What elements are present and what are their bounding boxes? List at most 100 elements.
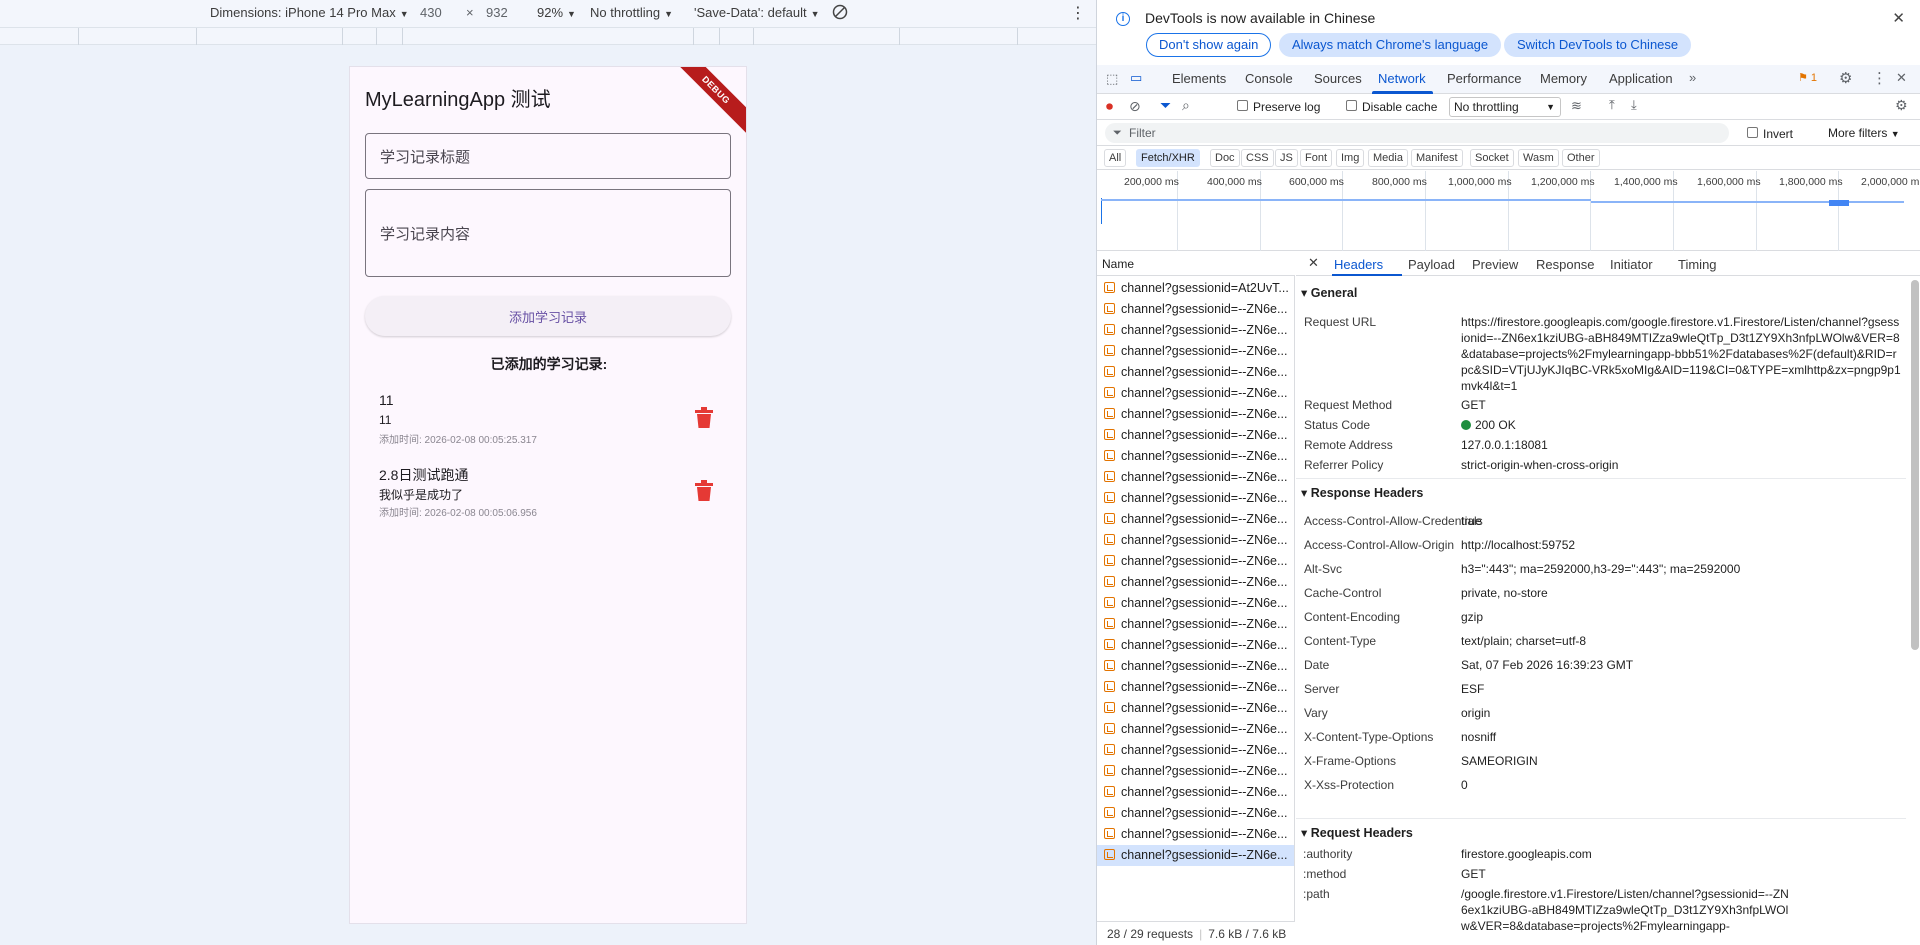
more-tabs-icon[interactable]: » bbox=[1689, 70, 1696, 85]
zoom-select[interactable]: 92% ▼ bbox=[537, 5, 576, 20]
request-row[interactable]: channel?gsessionid=--ZN6e... bbox=[1097, 320, 1294, 341]
request-row[interactable]: channel?gsessionid=--ZN6e... bbox=[1097, 551, 1294, 572]
request-row[interactable]: channel?gsessionid=--ZN6e... bbox=[1097, 572, 1294, 593]
network-settings-icon[interactable]: ⚙ bbox=[1895, 97, 1908, 114]
type-filter-other[interactable]: Other bbox=[1562, 149, 1600, 167]
throttling-select[interactable]: No throttling ▼ bbox=[1449, 97, 1561, 117]
request-row[interactable]: channel?gsessionid=--ZN6e... bbox=[1097, 509, 1294, 530]
more-options-icon[interactable]: ⋮ bbox=[1872, 69, 1887, 87]
preserve-log-checkbox[interactable] bbox=[1237, 100, 1248, 111]
close-devtools-icon[interactable]: ✕ bbox=[1896, 70, 1907, 86]
tab-memory[interactable]: Memory bbox=[1540, 71, 1587, 86]
rotate-icon[interactable] bbox=[831, 3, 849, 24]
more-filters-button[interactable]: More filters ▼ bbox=[1828, 126, 1900, 140]
filter-icon[interactable]: ⏷ bbox=[1160, 97, 1171, 114]
request-row[interactable]: channel?gsessionid=--ZN6e... bbox=[1097, 635, 1294, 656]
delete-icon[interactable] bbox=[694, 407, 714, 429]
tab-sources[interactable]: Sources bbox=[1314, 71, 1362, 86]
tab-timing[interactable]: Timing bbox=[1678, 257, 1717, 272]
network-conditions-icon[interactable]: ≋ bbox=[1571, 98, 1582, 114]
add-record-button[interactable]: 添加学习记录 bbox=[365, 296, 731, 336]
device-select[interactable]: Dimensions: iPhone 14 Pro Max ▼ bbox=[210, 5, 409, 20]
filter-input[interactable]: ⏷ Filter bbox=[1105, 123, 1729, 143]
type-filter-all[interactable]: All bbox=[1104, 149, 1127, 167]
throttle-select-device[interactable]: No throttling ▼ bbox=[590, 5, 673, 20]
general-section-toggle[interactable]: ▾ General bbox=[1301, 285, 1357, 300]
record-title-input[interactable]: 学习记录标题 bbox=[365, 133, 731, 179]
request-row[interactable]: channel?gsessionid=--ZN6e... bbox=[1097, 677, 1294, 698]
request-row[interactable]: channel?gsessionid=--ZN6e... bbox=[1097, 383, 1294, 404]
request-row[interactable]: channel?gsessionid=--ZN6e... bbox=[1097, 404, 1294, 425]
switch-language-button[interactable]: Switch DevTools to Chinese bbox=[1504, 33, 1692, 57]
search-icon[interactable]: ⌕ bbox=[1182, 97, 1190, 114]
request-row[interactable]: channel?gsessionid=--ZN6e... bbox=[1097, 824, 1294, 845]
request-row[interactable]: channel?gsessionid=--ZN6e... bbox=[1097, 530, 1294, 551]
type-filter-manifest[interactable]: Manifest bbox=[1411, 149, 1463, 167]
network-overview-timeline[interactable]: 200,000 ms 400,000 ms 600,000 ms 800,000… bbox=[1097, 171, 1920, 251]
disable-cache-checkbox[interactable] bbox=[1346, 100, 1357, 111]
invert-checkbox[interactable] bbox=[1747, 127, 1758, 138]
tab-initiator[interactable]: Initiator bbox=[1610, 257, 1653, 272]
xhr-icon bbox=[1104, 744, 1115, 755]
type-filter-css[interactable]: CSS bbox=[1241, 149, 1274, 167]
clear-icon[interactable]: ⊘ bbox=[1129, 98, 1141, 115]
save-data-select[interactable]: 'Save-Data': default ▼ bbox=[694, 5, 820, 20]
request-row[interactable]: channel?gsessionid=--ZN6e... bbox=[1097, 803, 1294, 824]
tab-performance[interactable]: Performance bbox=[1447, 71, 1521, 86]
width-input[interactable]: 430 bbox=[420, 5, 442, 20]
request-row[interactable]: channel?gsessionid=--ZN6e... bbox=[1097, 740, 1294, 761]
type-filter-media[interactable]: Media bbox=[1368, 149, 1408, 167]
settings-gear-icon[interactable]: ⚙ bbox=[1839, 69, 1852, 87]
request-row[interactable]: channel?gsessionid=--ZN6e... bbox=[1097, 782, 1294, 803]
tab-response[interactable]: Response bbox=[1536, 257, 1595, 272]
request-row[interactable]: channel?gsessionid=--ZN6e... bbox=[1097, 362, 1294, 383]
detail-scrollbar[interactable] bbox=[1911, 280, 1919, 650]
request-row[interactable]: channel?gsessionid=--ZN6e... bbox=[1097, 593, 1294, 614]
inspect-element-icon[interactable]: ⬚ bbox=[1106, 71, 1118, 87]
dont-show-again-button[interactable]: Don't show again bbox=[1146, 33, 1272, 57]
request-row[interactable]: channel?gsessionid=--ZN6e... bbox=[1097, 761, 1294, 782]
request-row[interactable]: channel?gsessionid=--ZN6e... bbox=[1097, 425, 1294, 446]
request-row[interactable]: channel?gsessionid=--ZN6e... bbox=[1097, 719, 1294, 740]
response-headers-toggle[interactable]: ▾ Response Headers bbox=[1301, 485, 1423, 500]
tab-payload[interactable]: Payload bbox=[1408, 257, 1455, 272]
request-row[interactable]: channel?gsessionid=--ZN6e... bbox=[1097, 656, 1294, 677]
type-filter-fetch-xhr[interactable]: Fetch/XHR bbox=[1136, 149, 1200, 167]
request-row[interactable]: channel?gsessionid=--ZN6e... bbox=[1097, 698, 1294, 719]
height-input[interactable]: 932 bbox=[486, 5, 508, 20]
match-language-button[interactable]: Always match Chrome's language bbox=[1279, 33, 1502, 57]
request-row[interactable]: channel?gsessionid=--ZN6e... bbox=[1097, 614, 1294, 635]
tab-preview[interactable]: Preview bbox=[1472, 257, 1518, 272]
type-filter-doc[interactable]: Doc bbox=[1210, 149, 1240, 167]
record-stop-icon[interactable]: ⏺ bbox=[1106, 98, 1113, 115]
request-row[interactable]: channel?gsessionid=--ZN6e... bbox=[1097, 467, 1294, 488]
times-sign: × bbox=[466, 5, 474, 20]
close-detail-icon[interactable]: ✕ bbox=[1308, 255, 1319, 271]
request-row[interactable]: channel?gsessionid=--ZN6e... bbox=[1097, 488, 1294, 509]
request-headers-toggle[interactable]: ▾ Request Headers bbox=[1301, 825, 1413, 840]
type-filter-js[interactable]: JS bbox=[1275, 149, 1298, 167]
issues-badge[interactable]: ⚑ 1 bbox=[1798, 71, 1817, 84]
type-filter-font[interactable]: Font bbox=[1300, 149, 1333, 167]
tab-console[interactable]: Console bbox=[1245, 71, 1293, 86]
record-content-input[interactable]: 学习记录内容 bbox=[365, 189, 731, 277]
tab-network[interactable]: Network bbox=[1378, 71, 1426, 86]
type-filter-img[interactable]: Img bbox=[1336, 149, 1365, 167]
type-filter-socket[interactable]: Socket bbox=[1470, 149, 1514, 167]
more-options-icon[interactable]: ⋮ bbox=[1070, 3, 1086, 23]
request-row[interactable]: channel?gsessionid=--ZN6e... bbox=[1097, 299, 1294, 320]
type-filter-wasm[interactable]: Wasm bbox=[1518, 149, 1559, 167]
tab-headers[interactable]: Headers bbox=[1334, 257, 1383, 272]
device-toolbar-icon[interactable]: ▭ bbox=[1130, 70, 1142, 86]
request-row[interactable]: channel?gsessionid=--ZN6e... bbox=[1097, 845, 1294, 866]
export-har-icon[interactable]: ⤓ bbox=[1631, 97, 1637, 113]
tab-application[interactable]: Application bbox=[1609, 71, 1673, 86]
close-icon[interactable]: ✕ bbox=[1892, 9, 1905, 27]
request-row[interactable]: channel?gsessionid=At2UvT... bbox=[1097, 278, 1294, 299]
tab-elements[interactable]: Elements bbox=[1172, 71, 1226, 86]
name-column-header[interactable]: Name bbox=[1097, 252, 1295, 276]
request-row[interactable]: channel?gsessionid=--ZN6e... bbox=[1097, 446, 1294, 467]
import-har-icon[interactable]: ⤒ bbox=[1609, 97, 1615, 113]
request-row[interactable]: channel?gsessionid=--ZN6e... bbox=[1097, 341, 1294, 362]
delete-icon[interactable] bbox=[694, 480, 714, 502]
